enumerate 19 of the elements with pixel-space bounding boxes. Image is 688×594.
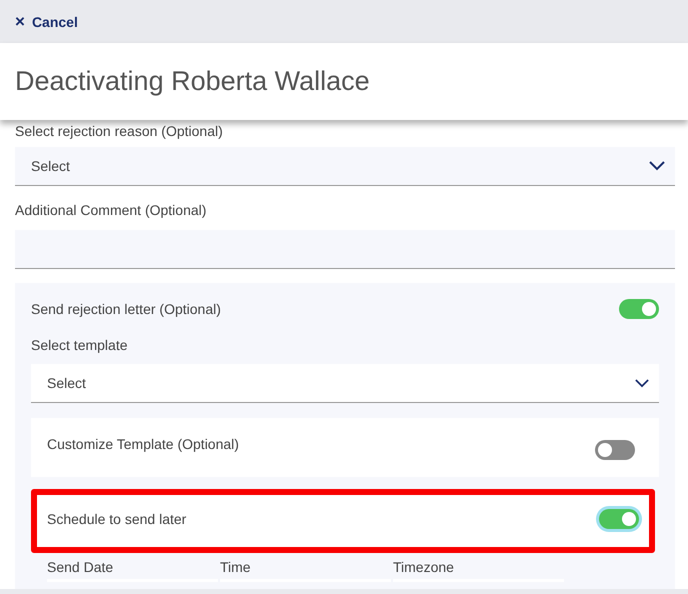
input-field[interactable] <box>15 230 675 269</box>
select-dropdown[interactable]: Select <box>15 147 675 186</box>
cancel-button[interactable]: × Cancel <box>13 10 80 34</box>
chevron-down-icon <box>649 161 665 171</box>
field-label: Additional Comment (Optional) <box>15 202 208 218</box>
field-label: Timezone <box>393 559 455 575</box>
toggle-switch[interactable] <box>619 299 659 319</box>
toggle-switch[interactable] <box>595 440 635 460</box>
field-label: Send Date <box>47 559 114 575</box>
field-label: Select template <box>31 337 128 353</box>
page-title: Deactivating Roberta Wallace <box>15 66 370 97</box>
chevron-down-icon <box>635 378 649 388</box>
toggle-label: Send rejection letter (Optional) <box>31 301 221 317</box>
toggle-label: Customize Template (Optional) <box>47 436 239 452</box>
field-label: Select rejection reason (Optional) <box>15 123 224 139</box>
toggle-switch[interactable] <box>599 509 639 529</box>
field-label: Time <box>220 559 252 575</box>
select-dropdown[interactable]: Select <box>31 364 659 403</box>
toggle-label: Schedule to send later <box>47 511 186 527</box>
